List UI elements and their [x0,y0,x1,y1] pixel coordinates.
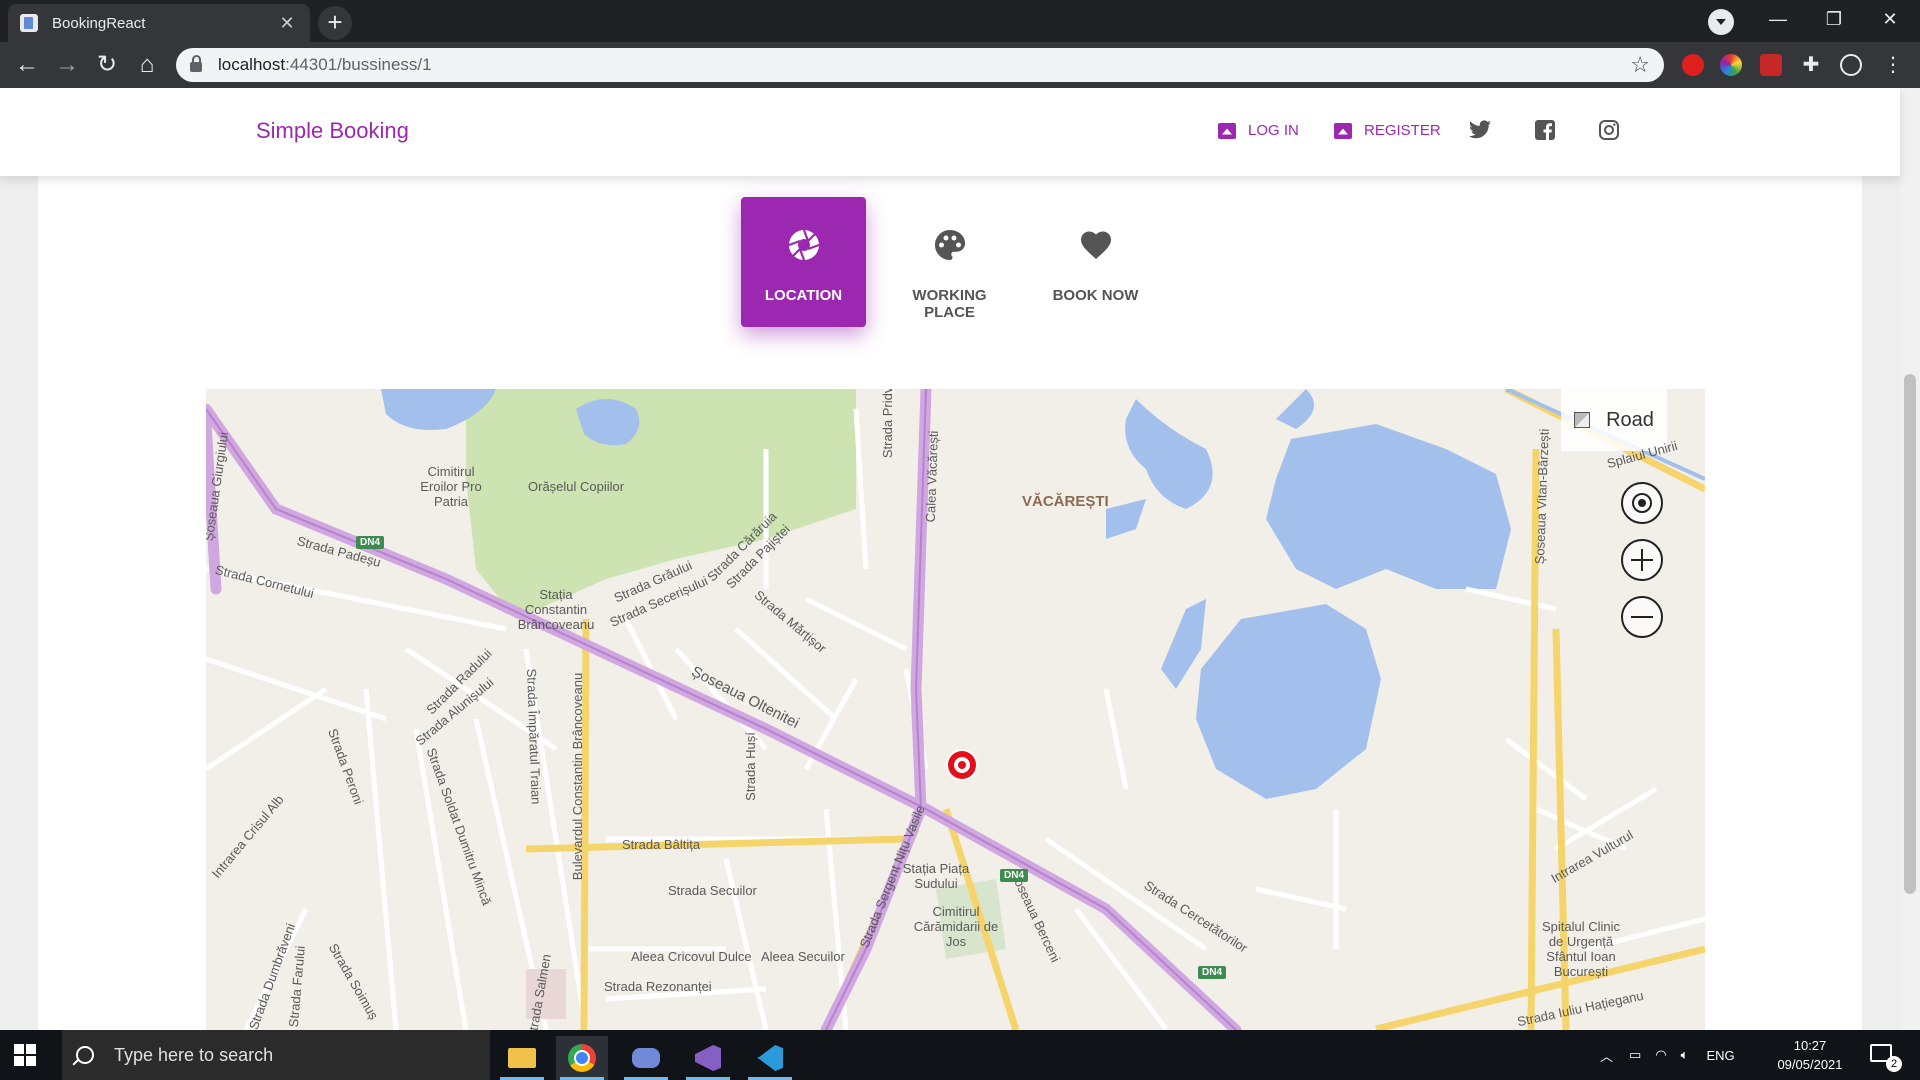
site-header: Simple Booking LOG IN REGISTER [0,88,1900,176]
tab-title: BookingReact [52,14,146,32]
reload-icon[interactable]: ↻ [92,50,122,80]
tray-chevron-icon[interactable]: ︿ [1600,1046,1613,1065]
map-label: Strada Rezonanței [604,979,712,994]
map-label: Calea Văcărești [922,430,941,523]
bookmark-star-icon[interactable]: ☆ [1630,52,1650,78]
wifi-icon[interactable]: ◠ [1655,1047,1666,1063]
dn4-badge: DN4 [1000,869,1029,882]
aperture-icon [788,229,819,261]
road-layer-icon [1574,412,1591,428]
windows-start-icon[interactable] [14,1044,36,1066]
taskbar-search[interactable]: Type here to search [62,1030,490,1080]
file-explorer-icon[interactable] [496,1036,548,1080]
page-viewport: Simple Booking LOG IN REGISTER LOCATION … [0,88,1920,1030]
map-label: Aleea Secuilor [761,949,845,964]
restore-button[interactable]: ❐ [1806,0,1862,38]
visual-studio-icon[interactable] [682,1036,734,1080]
map-style-road-button[interactable]: Road [1561,389,1667,451]
url-text[interactable]: localhost:44301/bussiness/1 [218,55,1630,75]
notification-count-badge: 2 [1886,1056,1902,1072]
dn4-badge: DN4 [356,536,385,549]
heart-icon [1080,231,1111,259]
zoom-in-button[interactable] [1621,539,1663,581]
map-label: Orășelul Copiilor [528,479,625,494]
map-label: Stația Piața Sudului [902,861,970,891]
color-picker-extension-icon[interactable] [1720,54,1742,76]
taskbar-clock[interactable]: 10:27 09/05/2021 [1760,1036,1860,1074]
map-label: Cimitirul Eroilor Pro Patria [420,464,482,509]
new-tab-button[interactable]: + [318,6,352,40]
language-indicator[interactable]: ENG [1706,1048,1734,1063]
minimize-button[interactable]: — [1750,0,1806,38]
scrollbar-thumb[interactable] [1904,374,1916,894]
adblock-extension-icon[interactable] [1682,54,1704,76]
map-label-district: VĂCĂREȘTI [1022,493,1109,510]
page-scrollbar[interactable] [1900,88,1920,1030]
map-label: Strada Bâltița [622,837,701,852]
map-label: Strada Secuilor [668,883,757,898]
address-bar[interactable]: localhost:44301/bussiness/1 ☆ [176,48,1664,82]
map-label: Aleea Cricovul Dulce [631,949,752,964]
chrome-icon[interactable] [556,1036,608,1080]
close-window-button[interactable]: ✕ [1862,0,1918,38]
tab-working-place[interactable]: WORKING PLACE [887,197,1012,327]
tab-book-now[interactable]: BOOK NOW [1033,197,1158,327]
lock-icon[interactable] [190,55,202,72]
instagram-icon[interactable] [1597,118,1621,142]
page-tabs: LOCATION WORKING PLACE BOOK NOW [741,197,1179,327]
palette-icon [934,230,965,260]
tab-location[interactable]: LOCATION [741,197,866,327]
map-label: Strada Pridvorului [880,389,896,459]
map-label: Spitalul Clinic de Urgență Sfântul Ioan … [1541,919,1621,979]
map-label: Stația Constantin Brâncoveanu [517,587,595,632]
extensions-puzzle-icon[interactable]: ✚ [1800,54,1822,76]
discord-icon[interactable] [620,1036,672,1080]
browser-tab-strip: BookingReact ✕ + — ❐ ✕ [0,0,1920,42]
login-label: LOG IN [1248,122,1299,139]
facebook-icon[interactable] [1533,118,1557,142]
clock-date: 09/05/2021 [1777,1057,1843,1072]
bing-map[interactable]: Road VĂCĂREȘTI Cimitirul Eroilor Pro Pat… [206,389,1705,1030]
map-label: Cimitirul Cărămidarii de Jos [913,904,999,949]
locate-me-button[interactable] [1621,482,1663,524]
screenshot-extension-icon[interactable] [1760,54,1782,76]
battery-icon[interactable]: ▭ [1629,1047,1641,1063]
tab-favicon-icon [20,14,38,32]
map-label: Strada Hușí [742,732,758,801]
browser-toolbar: ← → ↻ ⌂ localhost:44301/bussiness/1 ☆ ✚ … [0,42,1920,88]
dn4-badge: DN4 [1198,966,1227,979]
register-link[interactable]: REGISTER [1334,122,1441,139]
browser-tab[interactable]: BookingReact ✕ [8,4,310,42]
volume-icon[interactable]: 🔈︎ [1681,1047,1689,1063]
locate-icon [1632,493,1652,513]
login-link[interactable]: LOG IN [1218,122,1299,139]
react-devtools-icon[interactable] [1840,54,1862,76]
back-icon[interactable]: ← [12,50,42,80]
vscode-icon[interactable] [744,1036,796,1080]
system-tray: ︿ ▭ ◠ 🔈︎ ENG [1600,1030,1735,1080]
brand-logo[interactable]: Simple Booking [256,118,409,144]
browser-menu-icon[interactable]: ⋮ [1882,54,1904,76]
register-icon [1334,122,1352,139]
twitter-icon[interactable] [1468,118,1492,142]
map-label: Bulevardul Constantin Brâncoveanu [570,672,586,881]
search-icon [76,1046,94,1064]
register-label: REGISTER [1364,122,1441,139]
forward-icon[interactable]: → [52,50,82,80]
login-icon [1218,122,1236,139]
tab-close-icon[interactable]: ✕ [276,13,298,34]
home-icon[interactable]: ⌂ [132,50,162,80]
zoom-out-button[interactable] [1621,596,1663,638]
location-marker-icon[interactable] [948,751,976,779]
clock-time: 10:27 [1793,1038,1827,1053]
windows-taskbar: Type here to search ︿ ▭ ◠ 🔈︎ ENG 10:27 0… [0,1030,1920,1080]
tab-search-icon[interactable] [1708,9,1734,35]
